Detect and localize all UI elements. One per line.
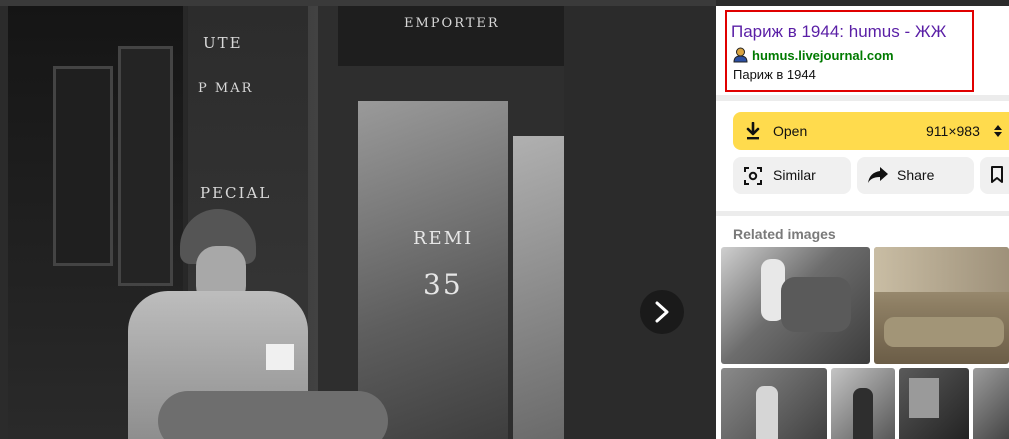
open-button[interactable]: Open 911×983 <box>733 112 1009 150</box>
related-image-5[interactable] <box>899 368 969 439</box>
photo-window-left <box>53 66 113 266</box>
related-image-1[interactable] <box>721 247 870 364</box>
related-images-card: Related images <box>716 216 1009 439</box>
photo-shop-top <box>338 6 564 66</box>
related-image-2-barricade <box>884 317 1004 347</box>
source-description: Париж в 1944 <box>733 67 816 82</box>
source-card: Париж в 1944: humus - ЖЖ humus.livejourn… <box>716 6 1009 95</box>
source-domain[interactable]: humus.livejournal.com <box>733 47 894 63</box>
photo-window-left-2 <box>118 46 173 286</box>
download-icon <box>746 122 760 140</box>
share-button[interactable]: Share <box>857 157 974 194</box>
next-image-button[interactable] <box>640 290 684 334</box>
photo-text-6: 35 <box>423 268 463 301</box>
related-image-6[interactable] <box>973 368 1009 439</box>
share-arrow-icon <box>868 167 888 183</box>
user-icon <box>733 47 748 63</box>
side-panel: Париж в 1944: humus - ЖЖ humus.livejourn… <box>716 6 1009 439</box>
photo-text-5: REMI <box>413 228 474 249</box>
photo-text-2: P MAR <box>198 81 254 96</box>
main-photo[interactable]: UTE P MAR PECIAL EMPORTER REMI 35 <box>8 6 564 439</box>
similar-scan-icon <box>744 167 762 185</box>
related-image-2-buildings <box>874 247 1009 292</box>
related-image-4[interactable] <box>831 368 895 439</box>
photo-sandbag <box>158 391 388 439</box>
bookmark-icon <box>991 166 1003 183</box>
photo-text-1: UTE <box>203 34 243 52</box>
source-domain-link[interactable]: humus.livejournal.com <box>752 48 894 63</box>
chevron-right-icon <box>655 301 669 323</box>
share-label: Share <box>897 167 935 183</box>
photo-armband <box>266 344 294 370</box>
related-image-3-figure <box>756 386 778 439</box>
photo-text-3: PECIAL <box>200 184 272 202</box>
bookmark-button[interactable] <box>980 157 1009 194</box>
related-image-2[interactable] <box>874 247 1009 364</box>
related-image-1-sandbags <box>781 277 851 332</box>
image-size-select[interactable]: 911×983 <box>926 123 980 139</box>
related-images-title: Related images <box>733 226 836 242</box>
related-image-3[interactable] <box>721 368 827 439</box>
photo-shop-window-right <box>513 136 564 439</box>
related-image-4-figure <box>853 388 873 439</box>
photo-text-4: EMPORTER <box>404 16 500 31</box>
open-label: Open <box>773 123 808 139</box>
related-image-5-window <box>909 378 939 418</box>
similar-button[interactable]: Similar <box>733 157 851 194</box>
source-title-link[interactable]: Париж в 1944: humus - ЖЖ <box>731 22 946 42</box>
actions-card: Open 911×983 Similar Share <box>716 101 1009 211</box>
similar-label: Similar <box>773 167 816 183</box>
sort-arrows-icon[interactable] <box>993 124 1003 138</box>
image-viewer: UTE P MAR PECIAL EMPORTER REMI 35 <box>0 6 716 439</box>
